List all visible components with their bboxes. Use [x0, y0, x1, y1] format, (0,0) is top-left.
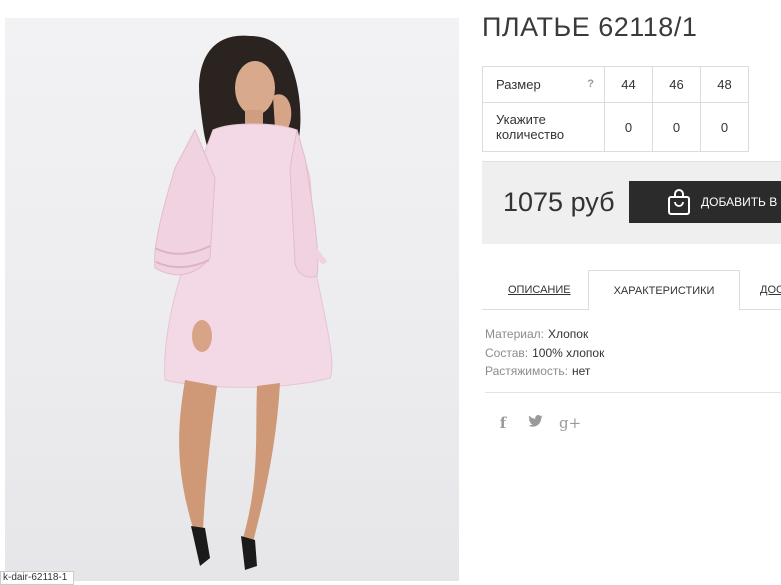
shopping-bag-icon — [667, 188, 691, 216]
quantity-row: Укажите количество 0 0 0 — [482, 102, 749, 152]
prop-key: Материал: — [485, 327, 544, 341]
size-48: 48 — [700, 66, 749, 103]
buy-panel: 1075 руб ДОБАВИТЬ В З — [482, 161, 781, 244]
prop-key: Растяжимость: — [485, 364, 569, 378]
prop-value: Хлопок — [547, 327, 589, 341]
image-caption: k-dair-62118-1 — [0, 571, 75, 585]
size-label: Размер — [496, 77, 541, 92]
prop-value: нет — [572, 364, 591, 378]
size-table: Размер ? 44 46 48 Укажите количество 0 0… — [482, 66, 749, 152]
quantity-input-44[interactable]: 0 — [604, 102, 653, 152]
product-photo[interactable] — [5, 18, 459, 581]
size-44: 44 — [604, 66, 653, 103]
size-row: Размер ? 44 46 48 — [482, 66, 749, 103]
social-share: f g+ — [497, 414, 581, 432]
price: 1075 руб — [503, 187, 615, 217]
quantity-input-48[interactable]: 0 — [700, 102, 749, 152]
tab-characteristics[interactable]: ХАРАКТЕРИСТИКИ — [588, 270, 740, 311]
prop-value: 100% хлопок — [532, 345, 605, 360]
size-header: Размер ? — [482, 66, 605, 103]
prop-key: Состав: — [485, 345, 529, 360]
prop-composition: Состав: 100% хлопок — [485, 344, 604, 363]
twitter-icon[interactable] — [527, 414, 543, 432]
product-tabs: ОПИСАНИЕ ХАРАКТЕРИСТИКИ ДОС — [482, 270, 781, 311]
quantity-input-46[interactable]: 0 — [652, 102, 701, 152]
product-title: ПЛАТЬЕ 62118/1 — [482, 12, 698, 42]
tab-delivery[interactable]: ДОС — [760, 270, 781, 309]
prop-stretch: Растяжимость: нет — [485, 362, 604, 381]
quantity-label: Укажите количество — [482, 102, 605, 152]
size-help-icon[interactable]: ? — [587, 77, 594, 92]
characteristics-list: Материал: Хлопок Состав: 100% хлопок Растя… — [485, 325, 604, 381]
google-plus-icon[interactable]: g+ — [559, 414, 581, 432]
facebook-icon[interactable]: f — [497, 414, 509, 432]
prop-material: Материал: Хлопок — [485, 325, 604, 344]
tab-description[interactable]: ОПИСАНИЕ — [508, 270, 571, 309]
add-to-cart-button[interactable]: ДОБАВИТЬ В З — [629, 181, 781, 223]
section-divider — [485, 392, 781, 393]
model-illustration — [154, 35, 333, 570]
add-to-cart-label: ДОБАВИТЬ В З — [701, 195, 781, 209]
size-46: 46 — [652, 66, 701, 103]
